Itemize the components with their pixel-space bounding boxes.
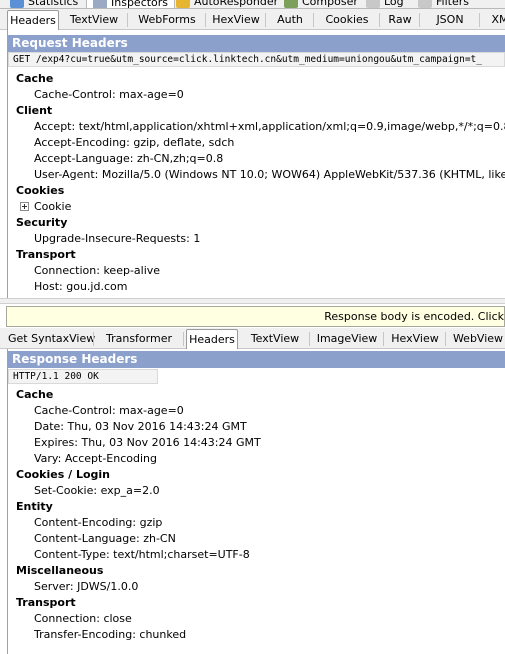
request-tab-json[interactable]: JSON (420, 10, 480, 30)
chart-icon (10, 0, 24, 8)
request-tab-webforms[interactable]: WebForms (128, 10, 206, 30)
response-tab-imageview[interactable]: ImageView (310, 329, 384, 349)
response-tab-headers[interactable]: Headers (186, 329, 238, 349)
main-tab-strip: Statistics Inspectors AutoResponder Comp… (0, 0, 505, 9)
header-row[interactable]: Accept-Language: zh-CN,zh;q=0.8 (8, 151, 505, 167)
header-row[interactable]: Content-Encoding: gzip (8, 515, 505, 531)
header-row[interactable]: Cache-Control: max-age=0 (8, 403, 505, 419)
tab-autoresponder[interactable]: AutoResponder (176, 0, 279, 8)
cookie-node[interactable]: Cookie (8, 199, 505, 215)
request-tab-cookies[interactable]: Cookies (314, 10, 380, 30)
tab-inspectors-label: Inspectors (111, 0, 169, 9)
tab-log-label: Log (384, 0, 404, 8)
tab-log[interactable]: Log (366, 0, 404, 8)
header-row[interactable]: User-Agent: Mozilla/5.0 (Windows NT 10.0… (8, 167, 505, 183)
response-tab-bar: Get SyntaxView Transformer Headers TextV… (0, 328, 505, 349)
response-tab-textview[interactable]: TextView (240, 329, 310, 349)
header-row[interactable]: Content-Type: text/html;charset=UTF-8 (8, 547, 505, 563)
cookie-node-label: Cookie (34, 200, 72, 213)
tab-composer-label: Composer (302, 0, 358, 8)
tab-statistics-label: Statistics (28, 0, 79, 8)
tab-inspectors[interactable]: Inspectors (86, 0, 176, 9)
group-entity[interactable]: Entity (8, 499, 505, 515)
infobar-text: Response body is encoded. Click (324, 310, 504, 323)
response-status-line[interactable]: HTTP/1.1 200 OK (8, 369, 158, 384)
inspector-icon (93, 0, 107, 8)
request-tab-headers[interactable]: Headers (7, 10, 59, 30)
pane-splitter[interactable] (0, 298, 505, 304)
header-row[interactable]: Vary: Accept-Encoding (8, 451, 505, 467)
lightning-icon (176, 0, 190, 8)
response-tab-webview[interactable]: WebView (446, 329, 505, 349)
response-tab-syntaxview[interactable]: Get SyntaxView (8, 329, 95, 349)
header-row[interactable]: Connection: close (8, 611, 505, 627)
request-tab-raw[interactable]: Raw (380, 10, 420, 30)
log-icon (366, 0, 380, 8)
response-headers-title: Response Headers (8, 351, 505, 368)
group-transport[interactable]: Transport (8, 247, 505, 263)
group-client[interactable]: Client (8, 103, 505, 119)
request-headers-title: Request Headers (8, 35, 505, 52)
response-tab-transformer[interactable]: Transformer (94, 329, 184, 349)
request-tab-hexview[interactable]: HexView (206, 10, 266, 30)
header-row[interactable]: Set-Cookie: exp_a=2.0 (8, 483, 505, 499)
group-transport[interactable]: Transport (8, 595, 505, 611)
group-cookies[interactable]: Cookies (8, 183, 505, 199)
request-tab-bar: Headers TextView WebForms HexView Auth C… (0, 9, 505, 30)
response-encoded-infobar[interactable]: Response body is encoded. Click (6, 306, 505, 327)
expand-plus-icon[interactable] (20, 202, 29, 211)
header-row[interactable]: Connection: keep-alive (8, 263, 505, 279)
header-row[interactable]: Cache-Control: max-age=0 (8, 87, 505, 103)
header-row[interactable]: Transfer-Encoding: chunked (8, 627, 505, 643)
tab-composer[interactable]: Composer (284, 0, 358, 8)
filter-icon (418, 0, 432, 8)
header-row[interactable]: Host: gou.jd.com (8, 279, 505, 295)
request-line[interactable]: GET /exp4?cu=true&utm_source=click.linkt… (8, 52, 505, 67)
header-row[interactable]: Content-Language: zh-CN (8, 531, 505, 547)
request-headers-tree: Cache Cache-Control: max-age=0 Client Ac… (8, 71, 505, 295)
group-miscellaneous[interactable]: Miscellaneous (8, 563, 505, 579)
group-security[interactable]: Security (8, 215, 505, 231)
request-tab-xml[interactable]: XM (480, 10, 505, 30)
header-row[interactable]: Server: JDWS/1.0.0 (8, 579, 505, 595)
pencil-icon (284, 0, 298, 8)
tab-statistics[interactable]: Statistics (10, 0, 79, 8)
group-cache[interactable]: Cache (8, 71, 505, 87)
tab-filters-label: Filters (436, 0, 469, 8)
group-cookies-login[interactable]: Cookies / Login (8, 467, 505, 483)
header-row[interactable]: Date: Thu, 03 Nov 2016 14:43:24 GMT (8, 419, 505, 435)
response-headers-tree: Cache Cache-Control: max-age=0 Date: Thu… (8, 387, 505, 643)
tab-filters[interactable]: Filters (418, 0, 469, 8)
request-tab-auth[interactable]: Auth (266, 10, 314, 30)
response-tab-hexview[interactable]: HexView (384, 329, 446, 349)
tab-autoresponder-label: AutoResponder (194, 0, 279, 8)
request-tab-textview[interactable]: TextView (60, 10, 128, 30)
header-row[interactable]: Expires: Thu, 03 Nov 2016 14:43:24 GMT (8, 435, 505, 451)
group-cache[interactable]: Cache (8, 387, 505, 403)
header-row[interactable]: Accept: text/html,application/xhtml+xml,… (8, 119, 505, 135)
header-row[interactable]: Accept-Encoding: gzip, deflate, sdch (8, 135, 505, 151)
header-row[interactable]: Upgrade-Insecure-Requests: 1 (8, 231, 505, 247)
